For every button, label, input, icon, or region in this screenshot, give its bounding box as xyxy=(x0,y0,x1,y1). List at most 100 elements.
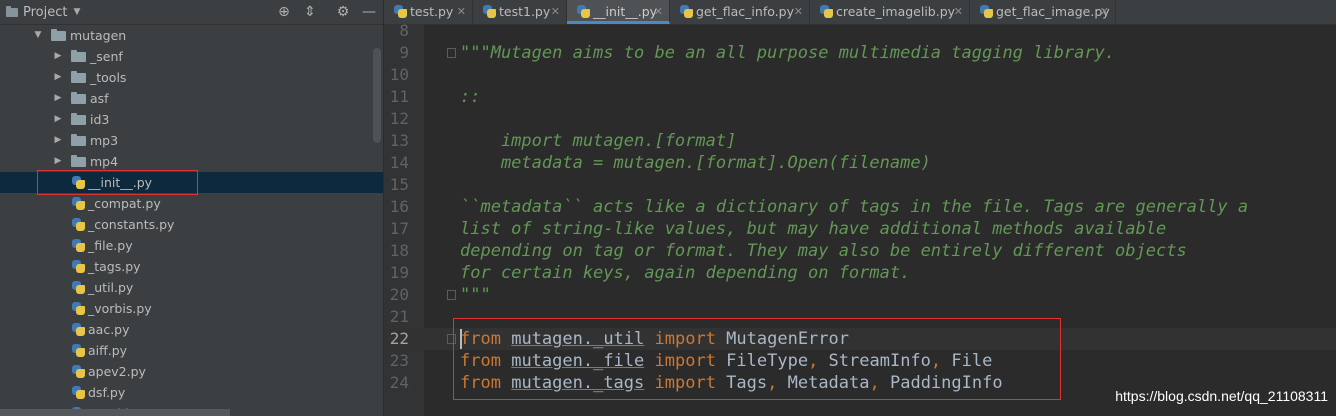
expanded-arrow-icon[interactable]: ▼ xyxy=(33,25,43,46)
text-caret xyxy=(460,329,462,349)
collapsed-arrow-icon[interactable]: ▶ xyxy=(53,46,63,67)
code-token: StreamInfo xyxy=(818,351,931,371)
code-line[interactable]: 10 xyxy=(384,64,1336,86)
tree-item[interactable]: _vorbis.py xyxy=(0,298,383,319)
crosshair-icon[interactable]: ⊕ xyxy=(275,3,293,21)
fold-marker-icon[interactable] xyxy=(447,334,456,344)
line-number: 22 xyxy=(389,329,409,348)
tree-item[interactable]: ▶ mp4 xyxy=(0,151,383,172)
tree-item-label: dsf.py xyxy=(88,385,126,400)
code-token: from xyxy=(460,351,501,371)
code-line[interactable]: 9 """Mutagen aims to be an all purpose mu… xyxy=(384,42,1336,64)
folder-icon xyxy=(71,50,86,62)
line-number: 17 xyxy=(389,219,409,238)
tree-item-label: mp3 xyxy=(90,133,119,148)
folder-icon xyxy=(71,113,86,125)
tree-item[interactable]: ▶ id3 xyxy=(0,109,383,130)
tree-item-label: aac.py xyxy=(88,322,130,337)
code-line[interactable]: 16 ``metadata`` acts like a dictionary of… xyxy=(384,196,1336,218)
code-line[interactable]: 22 from mutagen._util import MutagenError xyxy=(384,328,1336,350)
fold-marker-icon[interactable] xyxy=(447,48,456,58)
code-text: metadata = mutagen.[format].Open(filenam… xyxy=(460,152,931,174)
code-token: metadata = mutagen.[format].Open(filenam… xyxy=(460,153,931,173)
python-file-icon xyxy=(72,302,85,315)
code-line[interactable]: 8 xyxy=(384,20,1336,42)
tree-item-label: __init__.py xyxy=(88,175,153,190)
fold-marker-icon[interactable] xyxy=(447,290,456,300)
code-token: depending on tag or format. They may als… xyxy=(460,241,1187,261)
code-token: FileType xyxy=(715,351,809,371)
tree-item-label: mp4 xyxy=(90,154,119,169)
folder-icon xyxy=(71,155,86,167)
code-line[interactable]: 15 xyxy=(384,174,1336,196)
code-token: import xyxy=(654,329,716,349)
code-line[interactable]: 12 xyxy=(384,108,1336,130)
collapsed-arrow-icon[interactable]: ▶ xyxy=(53,151,63,172)
code-line[interactable]: 18 depending on tag or format. They may a… xyxy=(384,240,1336,262)
code-token: Tags xyxy=(715,373,768,393)
code-line[interactable]: 23 from mutagen._file import FileType, St… xyxy=(384,350,1336,372)
tree-item[interactable]: aac.py xyxy=(0,319,383,340)
code-line[interactable]: 13 import mutagen.[format] xyxy=(384,130,1336,152)
code-token: Metadata xyxy=(777,373,870,393)
code-token: import xyxy=(654,351,716,371)
code-token: import xyxy=(654,373,716,393)
tree-item-label: asf xyxy=(90,91,109,106)
code-token: MutagenError xyxy=(715,329,849,349)
tree-item-label: mutagen xyxy=(70,28,127,43)
tree-item[interactable]: aiff.py xyxy=(0,340,383,361)
tree-item-label: aiff.py xyxy=(88,343,128,358)
collapse-icon[interactable]: ⇕ xyxy=(301,3,319,21)
tree-item[interactable]: ▶ _senf xyxy=(0,46,383,67)
project-view-selector[interactable]: Project ▼ xyxy=(6,5,80,20)
line-number: 11 xyxy=(389,87,409,106)
tree-item-label: _vorbis.py xyxy=(88,301,152,316)
line-number: 15 xyxy=(389,175,409,194)
tree-item[interactable]: apev2.py xyxy=(0,361,383,382)
folder-icon xyxy=(51,29,66,41)
code-line[interactable]: 21 xyxy=(384,306,1336,328)
hide-icon[interactable]: — xyxy=(360,3,378,21)
code-token: , xyxy=(808,351,819,371)
code-line[interactable]: 11:: xyxy=(384,86,1336,108)
tree-item[interactable]: _constants.py xyxy=(0,214,383,235)
python-file-icon xyxy=(72,281,85,294)
horizontal-scrollbar[interactable] xyxy=(0,409,230,416)
collapsed-arrow-icon[interactable]: ▶ xyxy=(53,109,63,130)
tree-item[interactable]: _compat.py xyxy=(0,193,383,214)
tree-item[interactable]: ▼ mutagen xyxy=(0,25,383,46)
code-line[interactable]: 17 list of string-like values, but may ha… xyxy=(384,218,1336,240)
line-number: 19 xyxy=(389,263,409,282)
code-line[interactable]: 19 for certain keys, again depending on f… xyxy=(384,262,1336,284)
tree-item[interactable]: ▶ _tools xyxy=(0,67,383,88)
line-number: 13 xyxy=(389,131,409,150)
code-token: File xyxy=(941,351,993,371)
project-scrollbar[interactable] xyxy=(373,48,381,143)
tree-item[interactable]: _file.py xyxy=(0,235,383,256)
collapsed-arrow-icon[interactable]: ▶ xyxy=(53,88,63,109)
collapsed-arrow-icon[interactable]: ▶ xyxy=(53,67,63,88)
tree-item[interactable]: ▶ mp3 xyxy=(0,130,383,151)
project-panel-header: Project ▼ ⊕ ⇕ ⚙ — xyxy=(0,0,383,25)
code-text: list of string-like values, but may have… xyxy=(460,218,1166,240)
code-text: depending on tag or format. They may als… xyxy=(460,240,1187,262)
collapsed-arrow-icon[interactable]: ▶ xyxy=(53,130,63,151)
tree-item[interactable]: ▶ asf xyxy=(0,88,383,109)
tree-item[interactable]: _util.py xyxy=(0,277,383,298)
line-number: 18 xyxy=(389,241,409,260)
tree-item-label: id3 xyxy=(90,112,110,127)
code-area[interactable]: 8 9 """Mutagen aims to be an all purpose m… xyxy=(384,21,1336,416)
code-line[interactable]: 20 """ xyxy=(384,284,1336,306)
line-number: 9 xyxy=(399,43,409,62)
line-number: 12 xyxy=(389,109,409,128)
tree-item[interactable]: __init__.py xyxy=(0,172,383,193)
tree-item[interactable]: _tags.py xyxy=(0,256,383,277)
gear-icon[interactable]: ⚙ xyxy=(334,3,352,21)
tree-item[interactable]: dsf.py xyxy=(0,382,383,403)
code-token: , xyxy=(767,373,778,393)
code-line[interactable]: 14 metadata = mutagen.[format].Open(file… xyxy=(384,152,1336,174)
tree-item-label: _senf xyxy=(90,49,123,64)
